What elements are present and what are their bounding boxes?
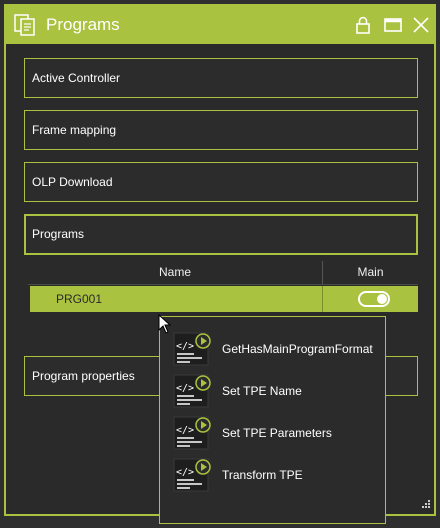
column-header-name[interactable]: Name bbox=[28, 265, 322, 279]
maximize-icon[interactable] bbox=[382, 14, 404, 36]
menu-item-label: Transform TPE bbox=[222, 468, 303, 482]
section-label: Programs bbox=[32, 227, 85, 241]
column-header-main[interactable]: Main bbox=[323, 265, 418, 279]
svg-text:</>: </> bbox=[176, 383, 194, 394]
code-run-icon: </> bbox=[173, 416, 211, 450]
code-run-icon: </> bbox=[173, 458, 211, 492]
close-icon[interactable] bbox=[410, 14, 432, 36]
menu-item-label: Set TPE Name bbox=[222, 384, 302, 398]
menu-item-get-has-main-program-format[interactable]: </> GetHasMainProgramFormat bbox=[172, 329, 382, 369]
program-name-cell: PRG001 bbox=[56, 292, 103, 306]
section-olp-download[interactable]: OLP Download bbox=[24, 162, 418, 202]
menu-item-label: GetHasMainProgramFormat bbox=[222, 342, 373, 356]
context-menu: </> GetHasMainProgramFormat </> Set TPE … bbox=[159, 316, 386, 524]
lock-icon[interactable] bbox=[352, 14, 374, 36]
section-active-controller[interactable]: Active Controller bbox=[24, 58, 418, 98]
menu-item-set-tpe-parameters[interactable]: </> Set TPE Parameters bbox=[172, 413, 382, 453]
menu-item-set-tpe-name[interactable]: </> Set TPE Name bbox=[172, 371, 382, 411]
section-label: Frame mapping bbox=[32, 123, 117, 137]
section-label: OLP Download bbox=[32, 175, 113, 189]
toggle-knob bbox=[377, 294, 387, 304]
code-run-icon: </> bbox=[173, 332, 211, 366]
main-program-toggle[interactable] bbox=[358, 291, 390, 307]
svg-text:</>: </> bbox=[176, 425, 194, 436]
section-programs[interactable]: Programs bbox=[24, 214, 418, 255]
svg-text:</>: </> bbox=[176, 467, 194, 478]
svg-text:</>: </> bbox=[176, 341, 194, 352]
programs-table-header: Name Main bbox=[28, 261, 418, 285]
programs-icon bbox=[14, 14, 35, 36]
cell-divider bbox=[322, 286, 323, 312]
section-frame-mapping[interactable]: Frame mapping bbox=[24, 110, 418, 150]
table-row[interactable]: PRG001 bbox=[30, 286, 418, 312]
menu-item-label: Set TPE Parameters bbox=[222, 426, 332, 440]
section-label: Active Controller bbox=[32, 71, 121, 85]
window-title: Programs bbox=[46, 15, 120, 34]
title-bar[interactable]: Programs bbox=[6, 6, 434, 44]
code-run-icon: </> bbox=[173, 374, 211, 408]
menu-item-transform-tpe[interactable]: </> Transform TPE bbox=[172, 455, 382, 495]
resize-grip-icon[interactable] bbox=[420, 500, 430, 510]
section-label: Program properties bbox=[32, 369, 135, 383]
mouse-pointer-icon bbox=[158, 314, 172, 334]
